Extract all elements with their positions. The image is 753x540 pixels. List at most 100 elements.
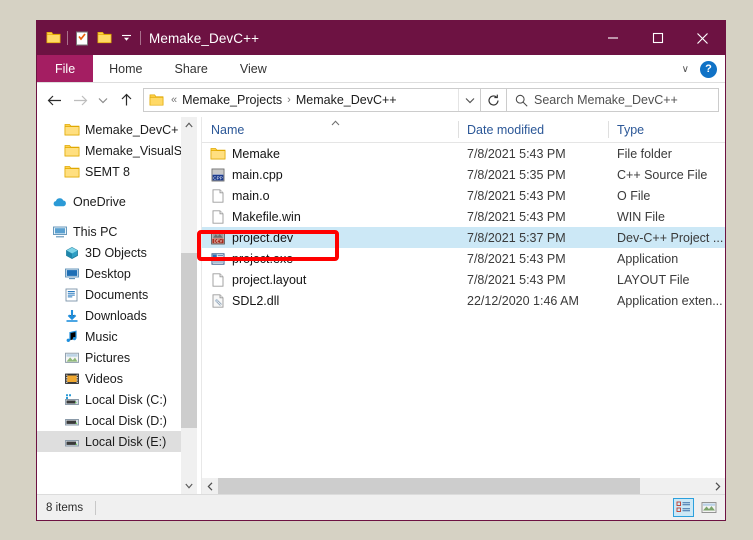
table-row[interactable]: DEV project.dev 7/8/2021 5:37 PM Dev-C++ Pr… — [202, 227, 725, 248]
chevron-down-icon[interactable]: ∨ — [676, 64, 695, 75]
horizontal-scroll-track[interactable] — [218, 478, 709, 494]
folder-icon — [63, 164, 80, 180]
sidebar-item-downloads[interactable]: Downloads — [37, 305, 197, 326]
back-button[interactable] — [41, 87, 67, 113]
search-input[interactable]: Search Memake_DevC++ — [507, 88, 719, 112]
table-row[interactable]: SDL2.dll 22/12/2020 1:46 AM Application ex… — [202, 290, 725, 311]
status-separator — [95, 500, 97, 515]
sidebar-item-videos[interactable]: Videos — [37, 368, 197, 389]
column-header-date-modified[interactable]: Date modified — [458, 117, 608, 142]
sidebar-item-music[interactable]: Music — [37, 326, 197, 347]
table-row[interactable]: project.exe 7/8/2021 5:43 PM Application — [202, 248, 725, 269]
scroll-down-arrow-icon[interactable] — [181, 478, 197, 494]
folder-icon[interactable] — [42, 27, 64, 49]
sidebar-item-pictures[interactable]: Pictures — [37, 347, 197, 368]
file-type-cell: O File — [617, 188, 651, 203]
file-name-cell: main.o — [202, 188, 458, 204]
table-row[interactable]: Memake 7/8/2021 5:43 PM File folder — [202, 143, 725, 164]
maximize-button[interactable] — [635, 21, 680, 55]
address-bar[interactable]: « Memake_Projects › Memake_DevC++ — [143, 88, 481, 112]
minimize-button[interactable] — [590, 21, 635, 55]
properties-icon[interactable] — [71, 27, 93, 49]
column-header-name[interactable]: Name — [202, 117, 458, 142]
quick-access-toolbar — [37, 27, 144, 49]
address-dropdown-icon[interactable] — [458, 89, 480, 111]
horizontal-scroll-thumb[interactable] — [218, 478, 641, 494]
breadcrumb-overflow-icon[interactable]: « — [168, 94, 180, 106]
tab-file[interactable]: File — [37, 55, 94, 82]
svg-text:CPP: CPP — [213, 175, 222, 180]
sidebar-item-3d-objects[interactable]: 3D Objects — [37, 242, 197, 263]
sidebar-item-onedrive[interactable]: OneDrive — [37, 191, 197, 212]
file-type-cell: File folder — [617, 146, 672, 161]
breadcrumb-item-memake-projects[interactable]: Memake_Projects — [180, 93, 284, 107]
file-date-cell: 7/8/2021 5:43 PM — [467, 188, 566, 203]
close-button[interactable] — [680, 21, 725, 55]
file-name-label: project.layout — [232, 272, 307, 287]
table-row[interactable]: CPP main.cpp 7/8/2021 5:35 PM C++ Source Fi… — [202, 164, 725, 185]
scroll-up-arrow-icon[interactable] — [181, 117, 197, 133]
sidebar-scrollbar[interactable] — [181, 117, 197, 494]
onedrive-icon — [51, 194, 68, 210]
file-date-cell: 7/8/2021 5:37 PM — [467, 230, 566, 245]
search-placeholder: Search Memake_DevC++ — [534, 93, 678, 107]
folder-tree: Memake_DevC+ Memake_VisualS SEMT 8 OneDrive… — [37, 117, 197, 452]
file-date-cell: 7/8/2021 5:43 PM — [467, 146, 566, 161]
sidebar-item-memake-devc[interactable]: Memake_DevC+ — [37, 119, 197, 140]
new-folder-icon[interactable] — [93, 27, 115, 49]
tab-share[interactable]: Share — [159, 55, 224, 82]
drive-icon — [63, 413, 80, 429]
sidebar-scroll-track[interactable] — [181, 133, 197, 478]
sidebar-item-desktop[interactable]: Desktop — [37, 263, 197, 284]
sidebar-item-local-disk-e[interactable]: Local Disk (E:) — [37, 431, 197, 452]
sidebar-item-label: This PC — [73, 224, 118, 239]
devcpp-file-icon: DEV — [209, 230, 226, 246]
dll-file-icon — [209, 293, 226, 309]
file-date-cell: 7/8/2021 5:43 PM — [467, 209, 566, 224]
file-name-label: project.exe — [232, 251, 294, 266]
file-name-label: project.dev — [232, 230, 294, 245]
file-name-cell: CPP main.cpp — [202, 167, 458, 183]
view-mode-buttons — [673, 498, 719, 517]
system-drive-icon — [63, 392, 80, 408]
sidebar-item-local-disk-c[interactable]: Local Disk (C:) — [37, 389, 197, 410]
column-header-type-label: Type — [617, 122, 645, 137]
large-icons-view-button[interactable] — [698, 498, 719, 517]
sidebar-item-local-disk-d[interactable]: Local Disk (D:) — [37, 410, 197, 431]
explorer-body: Memake_DevC+ Memake_VisualS SEMT 8 OneDrive… — [37, 117, 725, 494]
file-type-cell: WIN File — [617, 209, 665, 224]
navigation-pane: Memake_DevC+ Memake_VisualS SEMT 8 OneDrive… — [37, 117, 197, 494]
horizontal-scrollbar[interactable] — [202, 478, 725, 494]
forward-button[interactable] — [67, 87, 93, 113]
breadcrumb-item-memake-devcpp[interactable]: Memake_DevC++ — [294, 93, 399, 107]
sidebar-scroll-thumb[interactable] — [181, 253, 197, 428]
scroll-left-arrow-icon[interactable] — [202, 478, 218, 494]
blank-file-icon — [209, 272, 226, 288]
breadcrumb-separator-icon[interactable]: › — [284, 94, 294, 106]
file-name-cell: Memake — [202, 146, 458, 162]
scroll-right-arrow-icon[interactable] — [709, 478, 725, 494]
sidebar-item-semt-8[interactable]: SEMT 8 — [37, 161, 197, 182]
exe-file-icon — [209, 251, 226, 267]
column-header-type[interactable]: Type — [608, 117, 725, 142]
music-icon — [63, 329, 80, 345]
file-name-cell: project.exe — [202, 251, 458, 267]
customize-qat-dropdown-icon[interactable] — [115, 27, 137, 49]
sidebar-item-this-pc[interactable]: This PC — [37, 221, 197, 242]
recent-locations-button[interactable] — [93, 87, 113, 113]
up-button[interactable] — [113, 87, 139, 113]
table-row[interactable]: main.o 7/8/2021 5:43 PM O File — [202, 185, 725, 206]
file-type-cell: Application exten... — [617, 293, 723, 308]
file-name-label: main.cpp — [232, 167, 283, 182]
sidebar-item-memake-visuals[interactable]: Memake_VisualS — [37, 140, 197, 161]
sidebar-item-documents[interactable]: Documents — [37, 284, 197, 305]
help-icon[interactable]: ? — [700, 60, 717, 78]
table-row[interactable]: Makefile.win 7/8/2021 5:43 PM WIN File — [202, 206, 725, 227]
tab-view[interactable]: View — [224, 55, 283, 82]
details-view-button[interactable] — [673, 498, 694, 517]
table-row[interactable]: project.layout 7/8/2021 5:43 PM LAYOUT Fil… — [202, 269, 725, 290]
refresh-button[interactable] — [481, 88, 507, 112]
svg-text:DEV: DEV — [213, 238, 222, 243]
tab-home[interactable]: Home — [93, 55, 158, 82]
ribbon-right-controls: ∨ ? — [676, 55, 721, 83]
